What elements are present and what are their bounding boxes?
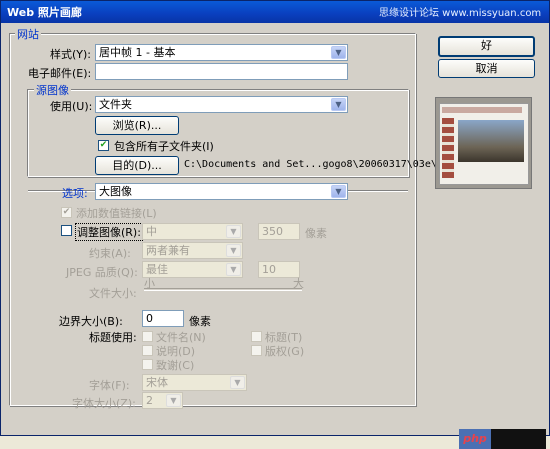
style-select-value: 居中帧 1 - 基本 xyxy=(99,46,176,59)
destination-path: C:\Documents and Set...gogo8\20060317\03… xyxy=(184,159,437,170)
chevron-down-icon: ▼ xyxy=(331,46,346,59)
resize-checkbox[interactable] xyxy=(61,225,72,236)
style-select[interactable]: 居中帧 1 - 基本 ▼ xyxy=(95,44,348,61)
use-label: 使用(U): xyxy=(50,100,93,113)
dialog-body: 网站 样式(Y): 居中帧 1 - 基本 ▼ 电子邮件(E): 源图像 使用(U… xyxy=(1,23,549,449)
preview-thumbnail xyxy=(435,97,532,189)
browse-button[interactable]: 浏览(R)... xyxy=(95,116,179,135)
use-select[interactable]: 文件夹 ▼ xyxy=(95,96,348,113)
preview-thumbstrip xyxy=(442,118,454,178)
jpeg-number-value: 10 xyxy=(262,263,276,276)
include-subfolders-checkbox[interactable]: ✔ xyxy=(98,140,109,151)
border-unit: 像素 xyxy=(189,315,211,328)
watermark-text: 思缘设计论坛 www.missyuan.com xyxy=(379,8,542,19)
dialog-window: Web 照片画廊 思缘设计论坛 www.missyuan.com 网站 样式(Y… xyxy=(0,0,550,449)
font-size-select[interactable]: 2 ▼ xyxy=(142,392,183,409)
border-size-label: 边界大小(B): xyxy=(59,315,123,328)
credits-checkbox[interactable] xyxy=(142,359,153,370)
font-size-label: 字体大小(Z): xyxy=(72,397,136,410)
email-label: 电子邮件(E): xyxy=(28,67,92,80)
jpeg-quality-label: JPEG 品质(Q): xyxy=(66,266,138,279)
add-links-label: 添加数值链接(L) xyxy=(76,207,157,220)
resize-px-value: 350 xyxy=(262,225,283,238)
font-select-value: 宋体 xyxy=(146,376,168,389)
constrain-label: 约束(A): xyxy=(89,247,131,260)
php-badge-label: php xyxy=(459,429,491,449)
use-select-value: 文件夹 xyxy=(99,98,132,111)
window-title: Web 照片画廊 xyxy=(7,6,82,19)
chevron-down-icon: ▼ xyxy=(226,225,241,238)
constrain-select[interactable]: 两者兼有 ▼ xyxy=(142,242,243,259)
credits-label: 致谢(C) xyxy=(156,359,195,372)
options-select-value: 大图像 xyxy=(99,185,132,198)
ok-button[interactable]: 好 xyxy=(438,36,535,57)
php-badge: php xyxy=(459,429,546,449)
email-field[interactable] xyxy=(95,63,348,80)
resize-unit: 像素 xyxy=(305,227,327,240)
font-select[interactable]: 宋体 ▼ xyxy=(142,374,247,391)
chevron-down-icon: ▼ xyxy=(331,98,346,111)
font-label: 字体(F): xyxy=(89,379,130,392)
cancel-button[interactable]: 取消 xyxy=(438,59,535,78)
preview-photo xyxy=(458,120,524,162)
resize-select-value: 中 xyxy=(146,225,157,238)
include-subfolders-label: 包含所有子文件夹(I) xyxy=(114,140,214,153)
copyright-label: 版权(G) xyxy=(265,345,305,358)
destination-button[interactable]: 目的(D)... xyxy=(95,156,179,175)
jpeg-quality-select[interactable]: 最佳 ▼ xyxy=(142,261,243,278)
chevron-down-icon: ▼ xyxy=(331,185,346,198)
font-size-select-value: 2 xyxy=(146,394,153,407)
caption-checkbox[interactable] xyxy=(142,345,153,356)
constrain-select-value: 两者兼有 xyxy=(146,244,190,257)
chevron-down-icon: ▼ xyxy=(226,263,241,276)
source-group-title: 源图像 xyxy=(34,82,71,98)
style-label: 样式(Y): xyxy=(50,48,92,61)
filesize-label: 文件大小: xyxy=(89,287,137,300)
chevron-down-icon: ▼ xyxy=(230,376,245,389)
site-group-title: 网站 xyxy=(15,26,41,42)
border-size-field[interactable]: 0 xyxy=(142,310,184,327)
border-size-value: 0 xyxy=(146,312,153,325)
title-use-label: 标题使用: xyxy=(89,331,137,344)
preview-header-bar xyxy=(442,107,522,113)
filename-checkbox[interactable] xyxy=(142,331,153,342)
chevron-down-icon: ▼ xyxy=(226,244,241,257)
options-label: 选项: xyxy=(62,187,88,200)
title-bar[interactable]: Web 照片画廊 思缘设计论坛 www.missyuan.com xyxy=(1,1,549,23)
options-select[interactable]: 大图像 ▼ xyxy=(95,183,348,200)
filesize-slider[interactable] xyxy=(144,288,302,291)
resize-label: 调整图像(R): xyxy=(75,223,143,241)
title-checkbox[interactable] xyxy=(251,331,262,342)
add-links-checkbox[interactable]: ✔ xyxy=(61,207,72,218)
chevron-down-icon: ▼ xyxy=(166,394,181,407)
copyright-checkbox[interactable] xyxy=(251,345,262,356)
resize-px-field[interactable]: 350 xyxy=(258,223,300,240)
resize-select[interactable]: 中 ▼ xyxy=(142,223,243,240)
